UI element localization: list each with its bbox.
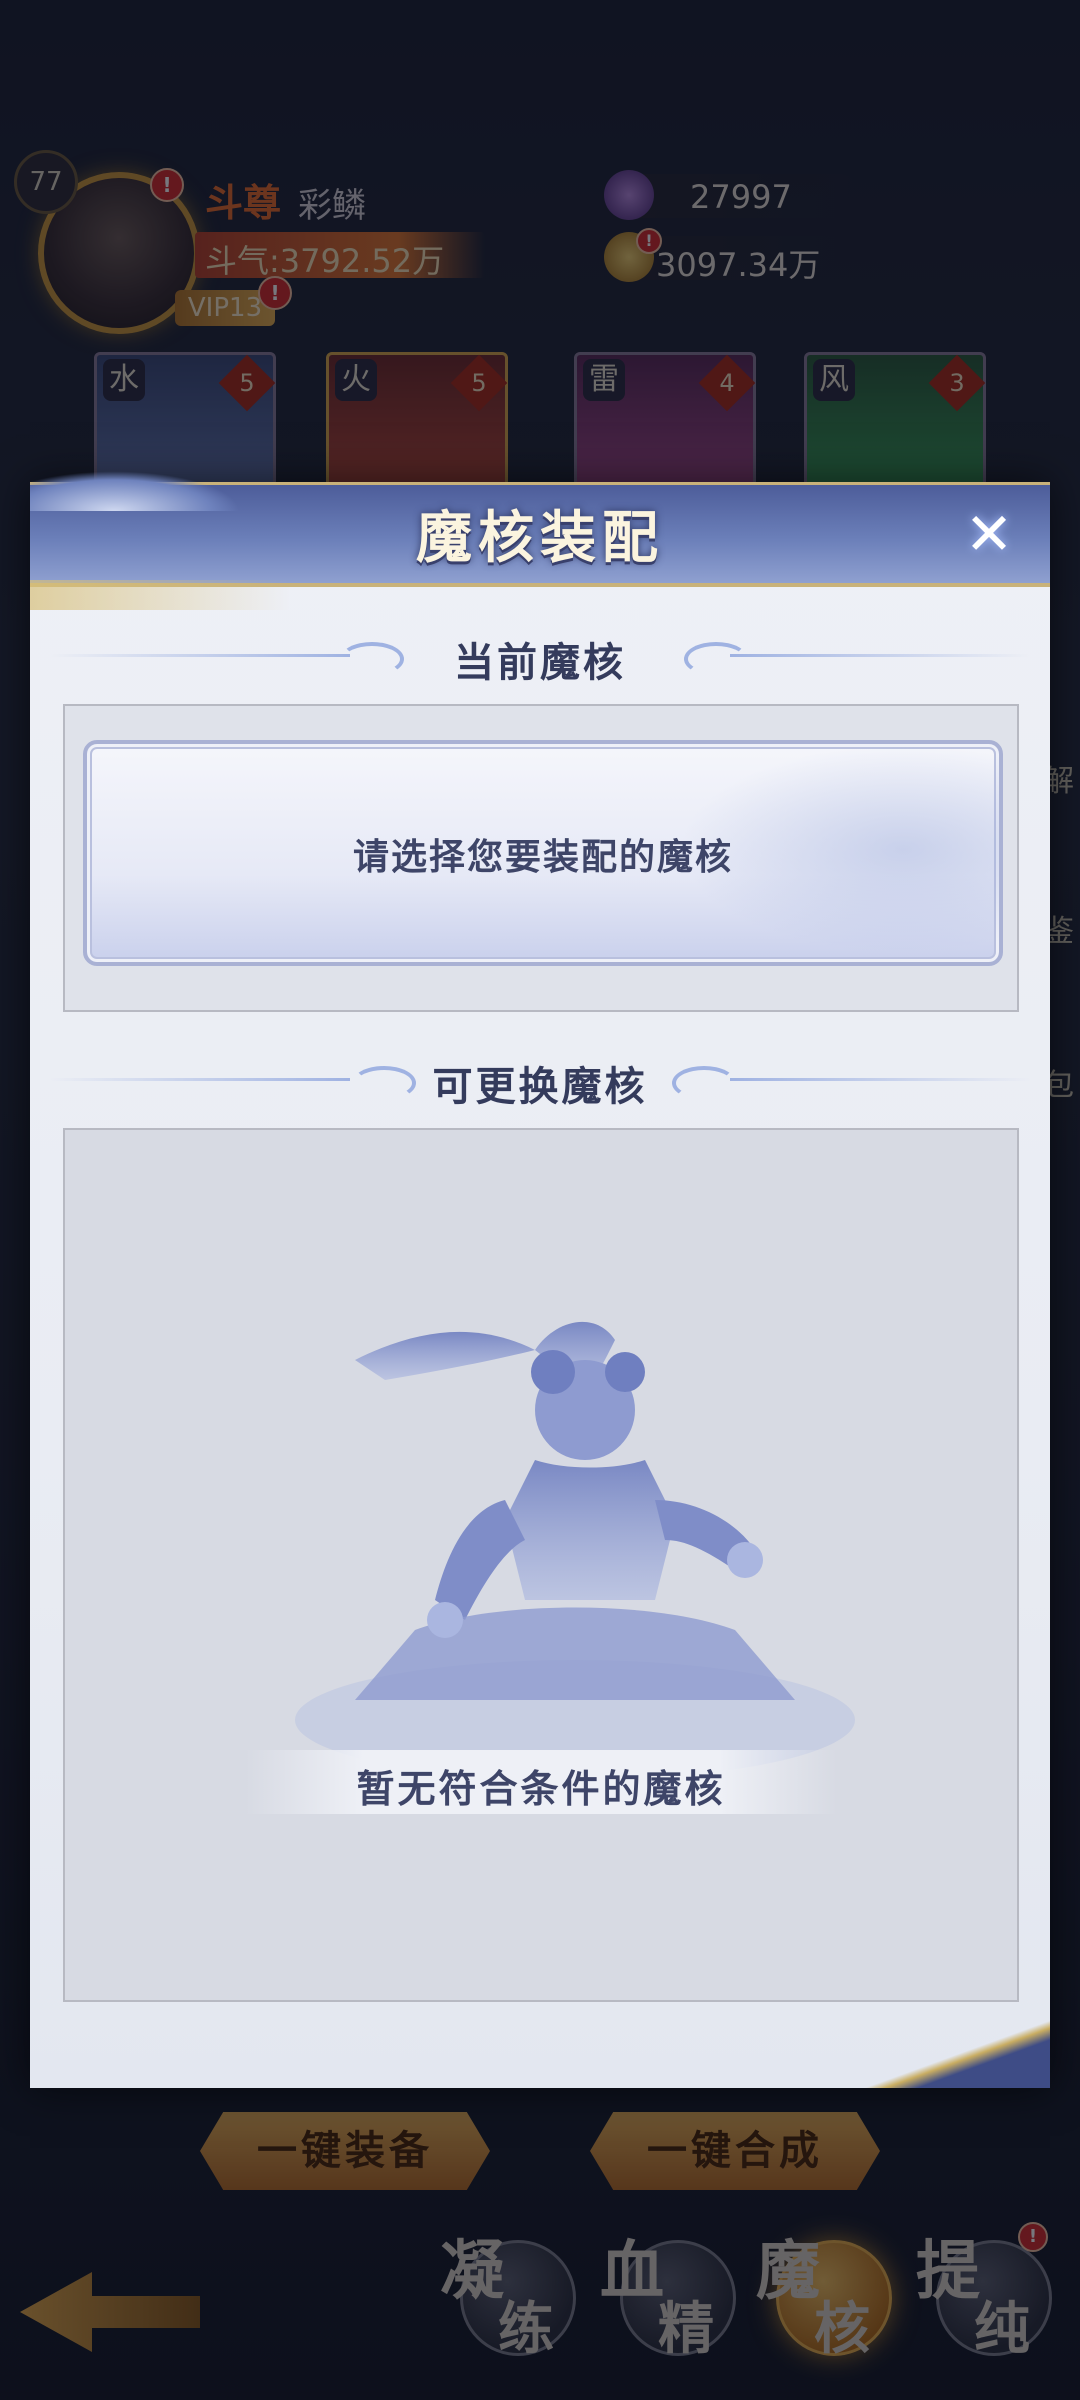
tab-label: 纯 (974, 2296, 1030, 2362)
element-count-badge: 5 (218, 354, 276, 412)
player-rank: 斗尊 (205, 180, 282, 225)
element-label: 雷 (583, 359, 625, 401)
tab-blood-essence[interactable]: 血 精 (600, 2220, 740, 2370)
empty-state-banner: 暂无符合条件的魔核 (245, 1750, 837, 1814)
element-card-water[interactable]: 水 5 (94, 352, 276, 488)
current-core-panel: 请选择您要装配的魔核 (63, 704, 1019, 1012)
swirl-decoration (684, 642, 748, 676)
tab-demon-core[interactable]: 魔 核 (756, 2220, 896, 2370)
tab-label: 血 (600, 2234, 664, 2309)
empty-state-character-illustration (295, 1321, 855, 1770)
gem-value: 27997 (690, 178, 792, 216)
gold-streak-decoration (30, 580, 290, 610)
purify-alert-icon: ! (1018, 2222, 1048, 2252)
tab-label: 魔 (756, 2234, 820, 2309)
tab-label: 提 (916, 2234, 980, 2309)
empty-state-text: 暂无符合条件的魔核 (356, 1766, 726, 1811)
gold-value: 3097.34万 (656, 246, 821, 284)
divider-right (730, 654, 1030, 657)
element-count-badge: 5 (450, 354, 508, 412)
avatar-alert-icon: ! (150, 168, 184, 202)
vip-alert-icon: ! (258, 276, 292, 310)
element-card-fire[interactable]: 火 5 (326, 352, 508, 488)
dialog-title: 魔核装配 (416, 505, 664, 571)
tab-label: 核 (814, 2296, 870, 2362)
player-power: 斗气:3792.52万 (205, 242, 445, 280)
tab-label: 凝 (440, 2234, 504, 2309)
tab-label: 精 (658, 2296, 714, 2362)
equip-all-button[interactable]: 一键装备 (200, 2112, 490, 2190)
element-label: 风 (813, 359, 855, 401)
divider-right (730, 1078, 1030, 1081)
element-label: 火 (335, 359, 377, 401)
element-card-wind[interactable]: 风 3 (804, 352, 986, 488)
element-label: 水 (103, 359, 145, 401)
back-arrow-icon[interactable] (20, 2272, 200, 2352)
replaceable-core-list[interactable]: 暂无符合条件的魔核 (63, 1128, 1019, 2002)
current-core-heading: 当前魔核 (454, 639, 626, 686)
element-card-thunder[interactable]: 雷 4 (574, 352, 756, 488)
dialog-header: 魔核装配 ✕ (30, 471, 1050, 587)
gem-resource[interactable]: 27997 (604, 170, 860, 220)
tab-refine[interactable]: 凝 练 (440, 2220, 580, 2370)
level-badge: 77 (14, 150, 78, 214)
demon-core-equip-dialog: 魔核装配 ✕ 当前魔核 请选择您要装配的魔核 可更换魔核 暂无符合条件的魔核 (30, 471, 1050, 2088)
gem-icon (604, 170, 654, 220)
replaceable-core-heading: 可更换魔核 (432, 1063, 648, 1110)
element-count-badge: 3 (928, 354, 986, 412)
synth-all-button[interactable]: 一键合成 (590, 2112, 880, 2190)
tab-label: 练 (498, 2296, 554, 2362)
gold-alert-icon: ! (636, 228, 662, 254)
close-icon[interactable]: ✕ (958, 503, 1020, 565)
current-core-slot[interactable]: 请选择您要装配的魔核 (83, 740, 1003, 966)
corner-decoration (830, 2018, 1050, 2088)
player-name: 彩鳞 (298, 186, 366, 226)
swirl-decoration (672, 1066, 736, 1100)
element-count-badge: 4 (698, 354, 756, 412)
select-core-prompt: 请选择您要装配的魔核 (352, 836, 733, 878)
